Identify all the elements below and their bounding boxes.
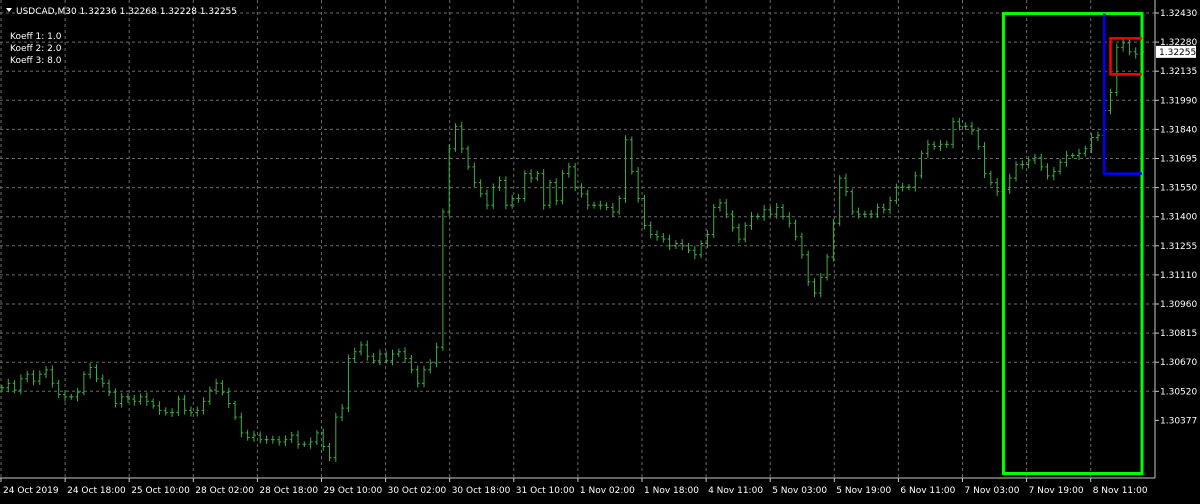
y-tick-label: 1.31550 [1160,184,1197,194]
x-tick-label: 1 Nov 18:00 [644,486,699,496]
x-tick-label: 5 Nov 19:00 [836,486,891,496]
koeff-2-label: Koeff 2: 2.0 [10,44,62,54]
y-tick-label: 1.30815 [1160,329,1197,339]
current-price: 1.32255 [1159,48,1196,58]
y-tick-label: 1.30377 [1160,416,1197,426]
chart-title: USDCAD,M30 1.32236 1.32268 1.32228 1.322… [16,7,237,17]
x-tick-label: 7 Nov 03:00 [965,486,1020,496]
y-tick-label: 1.32430 [1160,9,1197,19]
y-tick-label: 1.32135 [1160,67,1197,77]
x-tick-label: 28 Oct 18:00 [259,486,318,496]
x-tick-label: 1 Nov 02:00 [580,486,635,496]
chart-area: 1.32430 1.32280 1.32135 1.31990 1.31840 1.316… [0,0,1200,500]
koeff-1-label: Koeff 1: 1.0 [10,32,62,42]
x-tick-label: 7 Nov 19:00 [1029,486,1084,496]
y-tick-label: 1.30960 [1160,300,1197,310]
indicator-labels: Koeff 1: 1.0 Koeff 2: 2.0 Koeff 3: 8.0 [10,32,62,66]
koeff-3-label: Koeff 3: 8.0 [10,56,62,66]
x-tick-label: 8 Nov 11:00 [1093,486,1148,496]
x-tick-label: 24 Oct 2019 [3,486,59,496]
y-tick-label: 1.31255 [1160,242,1197,252]
price-chart: 1.324301.322801.321351.319901.318401.316… [0,0,1200,500]
x-tick-label: 25 Oct 10:00 [131,486,190,496]
x-tick-label: 6 Nov 11:00 [900,486,955,496]
y-tick-label: 1.30520 [1160,387,1197,397]
x-tick-label: 29 Oct 10:00 [324,486,383,496]
x-tick-label: 28 Oct 02:00 [195,486,254,496]
y-tick-label: 1.31695 [1160,155,1197,165]
x-tick-label: 4 Nov 11:00 [708,486,763,496]
current-price-tag: 1.32255 [1156,45,1196,58]
x-tick-label: 5 Nov 03:00 [772,486,827,496]
x-tick-label: 30 Oct 02:00 [388,486,447,496]
x-tick-label: 31 Oct 10:00 [516,486,575,496]
y-tick-label: 1.31990 [1160,96,1197,106]
x-tick-label: 30 Oct 18:00 [452,486,511,496]
x-tick-label: 24 Oct 18:00 [67,486,126,496]
y-tick-label: 1.31840 [1160,125,1197,135]
chart-header: USDCAD,M30 1.32236 1.32268 1.32228 1.322… [6,7,237,17]
y-tick-label: 1.31110 [1160,271,1197,281]
y-tick-label: 1.30670 [1160,358,1197,368]
y-tick-label: 1.31400 [1160,213,1197,223]
